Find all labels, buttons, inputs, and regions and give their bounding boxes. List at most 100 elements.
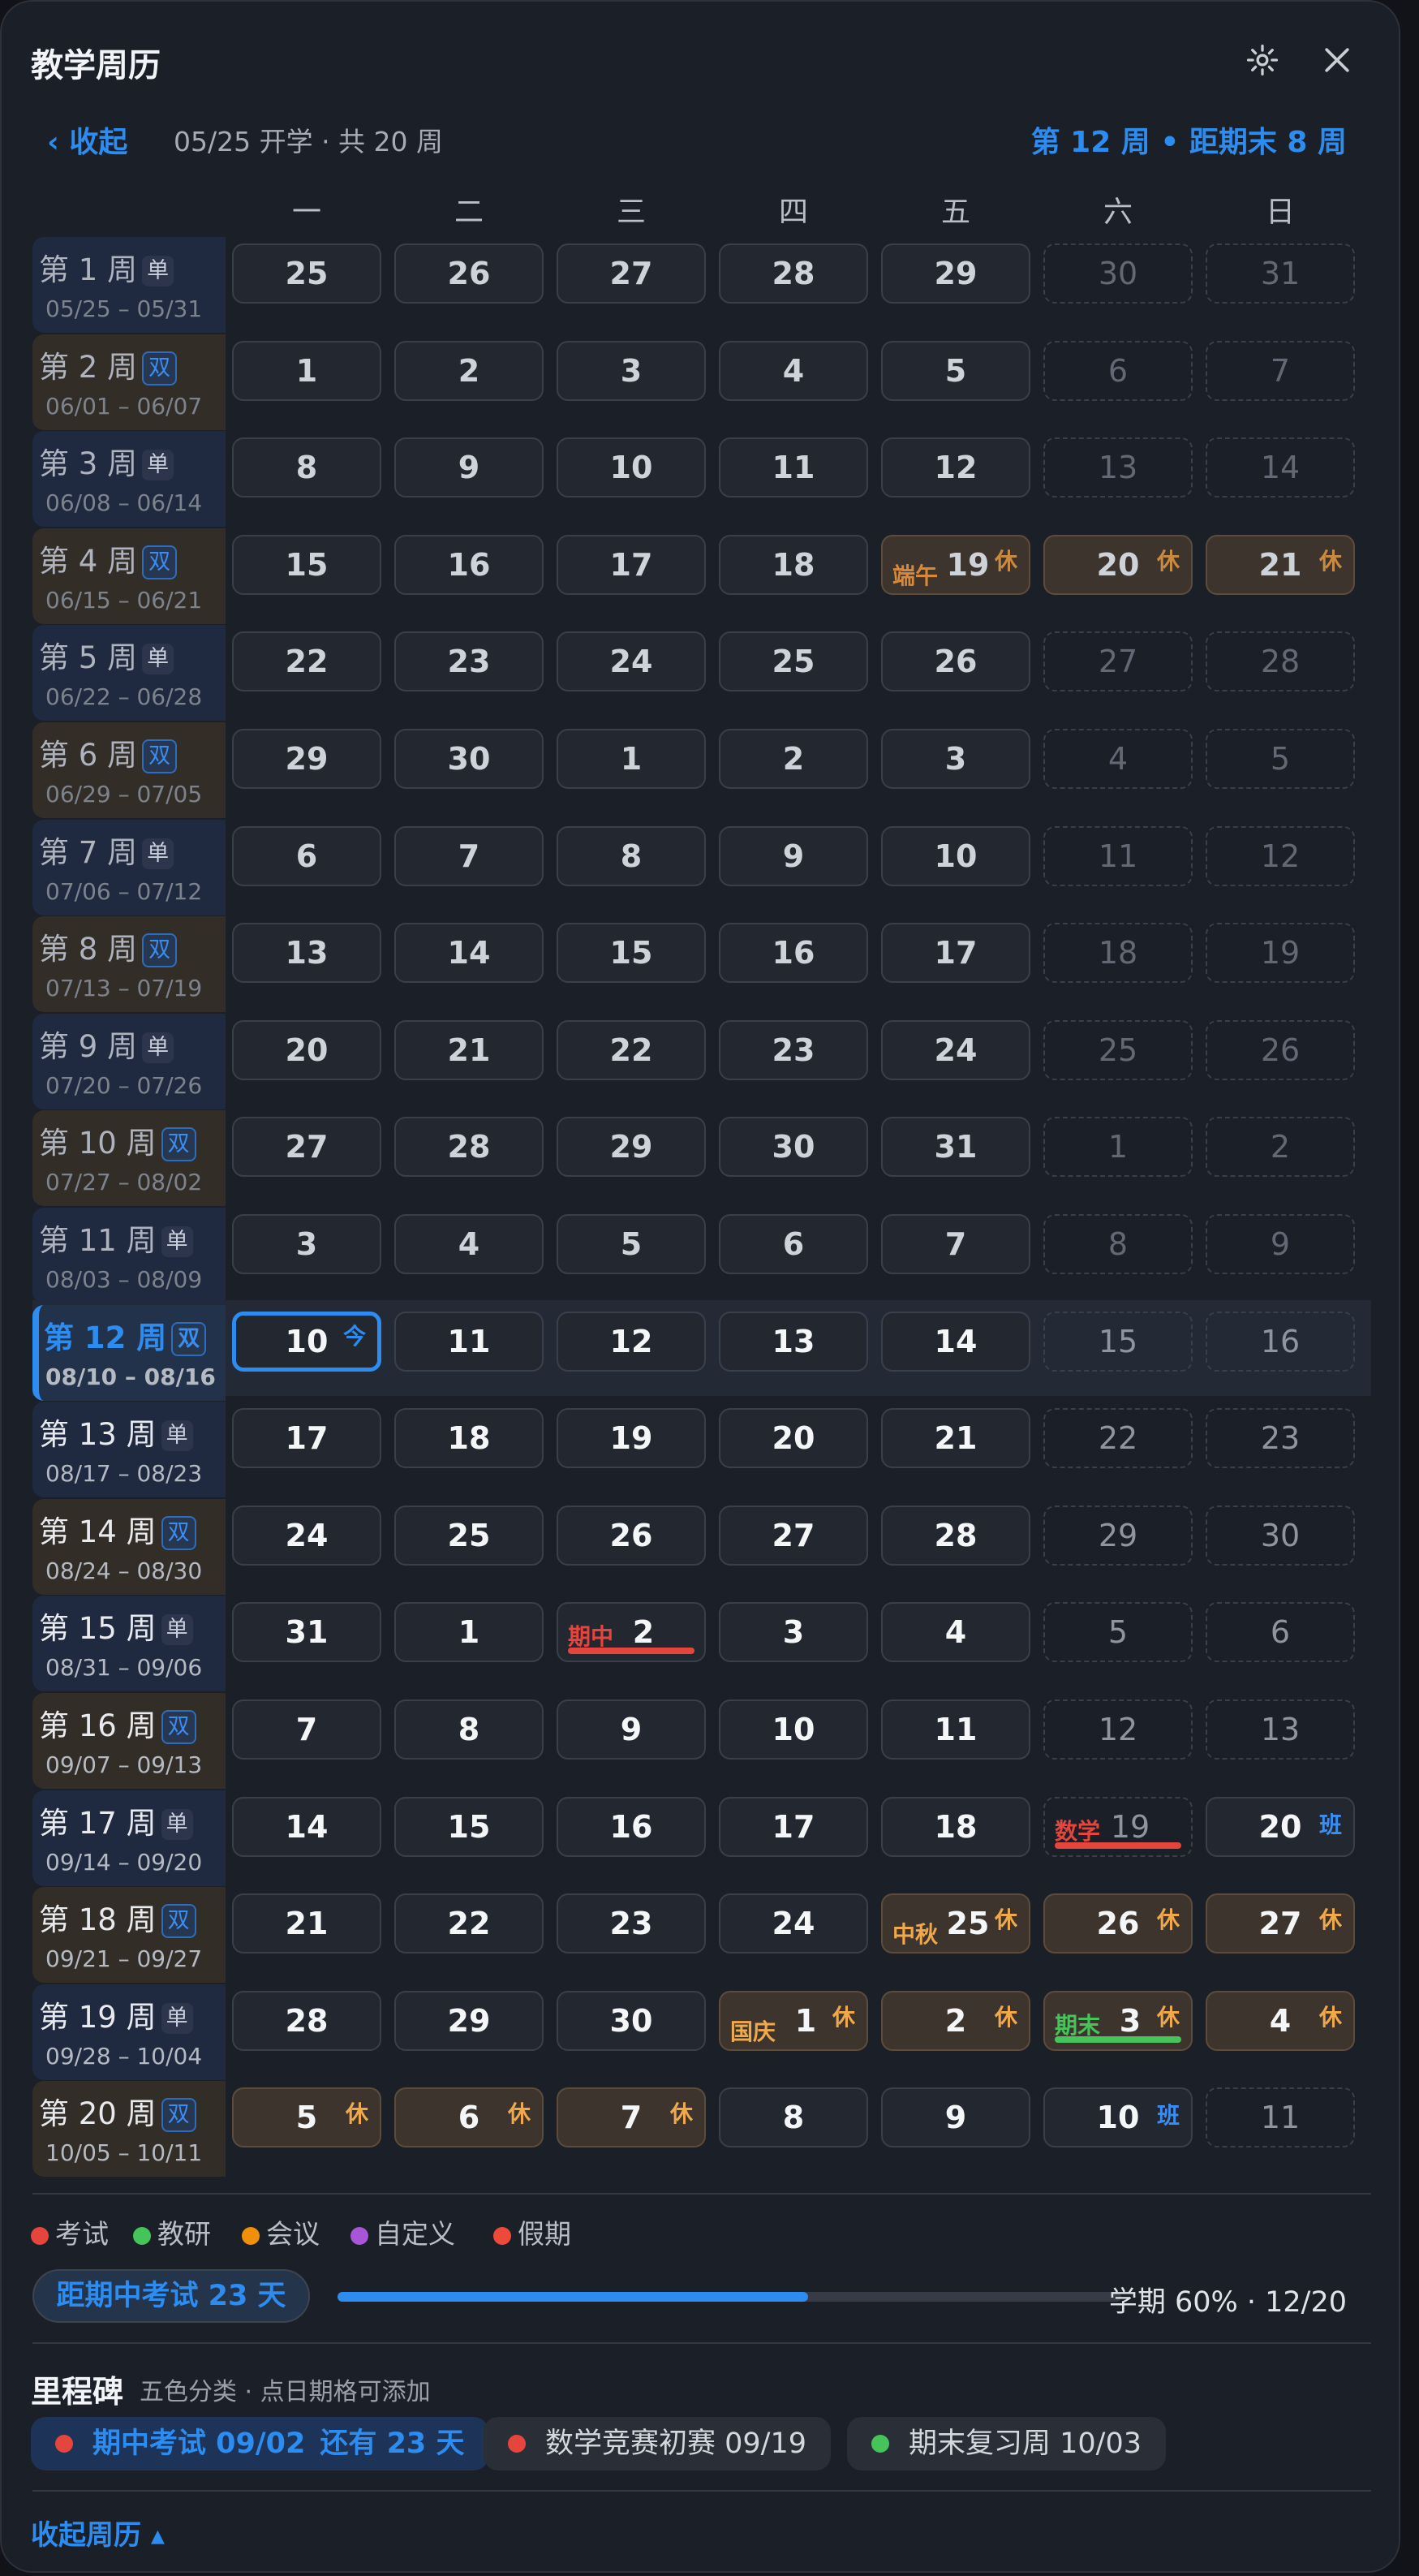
day-cell[interactable]: 25 [719, 631, 868, 692]
milestone-chip[interactable]: 期末复习周 10/03 [847, 2417, 1166, 2470]
day-cell[interactable]: 14 [232, 1796, 381, 1857]
collapse-calendar-button[interactable]: 收起周历 ▴ [31, 2513, 165, 2552]
day-cell[interactable]: 3 [557, 340, 706, 401]
day-cell[interactable]: 19 [1206, 923, 1355, 984]
day-cell[interactable]: 9 [1206, 1214, 1355, 1274]
day-cell[interactable]: 1 [232, 340, 381, 401]
day-cell[interactable]: 15 [394, 1796, 544, 1857]
day-cell[interactable]: 17 [719, 1796, 868, 1857]
day-cell[interactable]: 2 [394, 340, 544, 401]
day-cell[interactable]: 29 [557, 1117, 706, 1178]
day-cell[interactable]: 11 [719, 437, 868, 498]
day-cell[interactable]: 30 [1043, 243, 1193, 304]
day-cell[interactable]: 22 [232, 631, 381, 692]
day-cell[interactable]: 24 [881, 1019, 1030, 1080]
day-cell[interactable]: 27 [1043, 631, 1193, 692]
day-cell[interactable]: 22 [394, 1893, 544, 1954]
day-cell[interactable]: 13 [232, 923, 381, 984]
day-cell[interactable]: 23 [394, 631, 544, 692]
day-cell[interactable]: 10 [881, 825, 1030, 886]
day-cell[interactable]: 30 [394, 729, 544, 789]
close-icon[interactable] [1319, 42, 1355, 78]
day-cell[interactable]: 5 [1043, 1602, 1193, 1663]
day-cell[interactable]: 23 [719, 1019, 868, 1080]
day-cell[interactable]: 30 [557, 1990, 706, 2051]
day-cell[interactable]: 4 [394, 1214, 544, 1274]
day-cell[interactable]: 17 [881, 923, 1030, 984]
day-cell[interactable]: 7 [394, 825, 544, 886]
day-cell[interactable]: 20 [232, 1019, 381, 1080]
day-cell[interactable]: 18 [394, 1408, 544, 1469]
week-label[interactable]: 第 14 周双 08/24 – 08/30 [32, 1498, 226, 1595]
day-cell[interactable]: 21 [881, 1408, 1030, 1469]
day-cell[interactable]: 26 [1206, 1019, 1355, 1080]
day-cell[interactable]: 9 [719, 825, 868, 886]
day-cell[interactable]: 28 [719, 243, 868, 304]
day-cell[interactable]: 5 [557, 1214, 706, 1274]
day-cell[interactable]: 2 期中 [557, 1602, 706, 1663]
day-cell[interactable]: 12 [557, 1311, 706, 1372]
day-cell[interactable]: 30 [719, 1117, 868, 1178]
day-cell[interactable]: 26 [394, 243, 544, 304]
day-cell[interactable]: 25 [232, 243, 381, 304]
day-cell[interactable]: 2 [719, 729, 868, 789]
day-cell[interactable]: 29 [394, 1990, 544, 2051]
day-cell[interactable]: 26 [881, 631, 1030, 692]
day-cell[interactable]: 16 [1206, 1311, 1355, 1372]
day-cell[interactable]: 1 [557, 729, 706, 789]
day-cell[interactable]: 14 [394, 923, 544, 984]
day-cell[interactable]: 27 [232, 1117, 381, 1178]
day-cell[interactable]: 4 [881, 1602, 1030, 1663]
day-cell[interactable]: 22 [557, 1019, 706, 1080]
day-cell[interactable]: 13 [1043, 437, 1193, 498]
day-cell[interactable]: 12 [1043, 1699, 1193, 1760]
day-cell[interactable]: 19 端午 休 [881, 534, 1030, 595]
day-cell[interactable]: 6休 [394, 2087, 544, 2148]
day-cell[interactable]: 10 [719, 1699, 868, 1760]
week-label[interactable]: 第 1 周单 05/25 – 05/31 [32, 237, 226, 333]
day-cell[interactable]: 4 [719, 340, 868, 401]
day-cell[interactable]: 19 数学 [1043, 1796, 1193, 1857]
day-cell[interactable]: 15 [557, 923, 706, 984]
week-label[interactable]: 第 8 周双 07/13 – 07/19 [32, 916, 226, 1013]
day-cell[interactable]: 7休 [557, 2087, 706, 2148]
day-cell[interactable]: 21 [232, 1893, 381, 1954]
day-cell[interactable]: 17 [557, 534, 706, 595]
day-cell[interactable]: 2休 [881, 1990, 1030, 2051]
day-cell[interactable]: 29 [1043, 1505, 1193, 1566]
day-cell[interactable]: 1 国庆 休 [719, 1990, 868, 2051]
day-cell[interactable]: 9 [881, 2087, 1030, 2148]
day-cell[interactable]: 9 [557, 1699, 706, 1760]
day-cell[interactable]: 28 [232, 1990, 381, 2051]
day-cell[interactable]: 3 [232, 1214, 381, 1274]
week-label[interactable]: 第 6 周双 06/29 – 07/05 [32, 722, 226, 818]
day-cell[interactable]: 18 [881, 1796, 1030, 1857]
day-cell[interactable]: 6 [1206, 1602, 1355, 1663]
day-cell[interactable]: 20 休 [1043, 534, 1193, 595]
day-cell[interactable]: 25 [394, 1505, 544, 1566]
day-cell[interactable]: 10 [557, 437, 706, 498]
day-cell[interactable]: 8 [232, 437, 381, 498]
day-cell[interactable]: 30 [1206, 1505, 1355, 1566]
day-cell[interactable]: 31 [232, 1602, 381, 1663]
day-cell[interactable]: 11 [1206, 2087, 1355, 2148]
day-cell[interactable]: 6 [232, 825, 381, 886]
day-cell[interactable]: 3 [881, 729, 1030, 789]
week-label[interactable]: 第 7 周单 07/06 – 07/12 [32, 819, 226, 915]
day-cell[interactable]: 21 [394, 1019, 544, 1080]
day-cell[interactable]: 27 休 [1206, 1893, 1355, 1954]
week-label[interactable]: 第 12 周双 08/10 – 08/16 [32, 1304, 226, 1401]
day-cell[interactable]: 7 [881, 1214, 1030, 1274]
day-cell[interactable]: 31 [1206, 243, 1355, 304]
day-cell[interactable]: 6 [1043, 340, 1193, 401]
day-cell[interactable]: 7 [232, 1699, 381, 1760]
day-cell[interactable]: 24 [557, 631, 706, 692]
day-cell[interactable]: 28 [1206, 631, 1355, 692]
day-cell[interactable]: 3 [719, 1602, 868, 1663]
week-label[interactable]: 第 5 周单 06/22 – 06/28 [32, 625, 226, 722]
day-cell[interactable]: 10 班 [1043, 2087, 1193, 2148]
day-cell[interactable]: 6 [719, 1214, 868, 1274]
day-cell[interactable]: 8 [394, 1699, 544, 1760]
week-label[interactable]: 第 16 周双 09/07 – 09/13 [32, 1693, 226, 1789]
day-cell[interactable]: 8 [557, 825, 706, 886]
